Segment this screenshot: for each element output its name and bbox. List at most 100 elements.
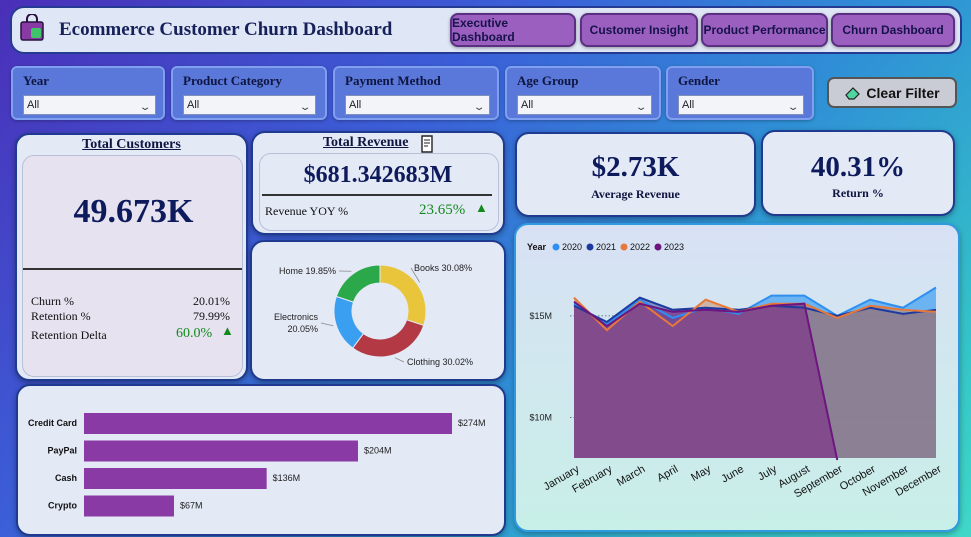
y-tick-label: $15M <box>529 311 552 321</box>
average-revenue-label: Average Revenue <box>591 187 680 201</box>
legend-label-2022: 2022 <box>630 242 650 252</box>
donut-slice-electronics <box>333 295 365 349</box>
chevron-down-icon: ⌄ <box>472 102 486 113</box>
average-revenue-value: $2.73K <box>591 151 680 183</box>
bar-cash <box>84 468 267 489</box>
select-value: All <box>27 99 40 111</box>
donut-slice-clothing <box>352 319 425 358</box>
leader-line <box>394 357 405 363</box>
churn-label: Churn % <box>31 294 74 308</box>
nav-product-performance[interactable]: Product Performance <box>701 13 828 47</box>
filter-gender: Gender All ⌄ <box>666 66 814 120</box>
y-tick-label: $10M <box>529 412 552 422</box>
year-select[interactable]: All ⌄ <box>23 95 156 115</box>
chevron-down-icon: ⌄ <box>786 102 800 113</box>
slice-label: Home 19.85% <box>279 266 336 276</box>
x-tick-label: April <box>655 463 680 484</box>
payment-method-card: Credit Card $274M PayPal $204M Cash $136M Cryp… <box>16 384 506 536</box>
eraser-icon <box>845 86 861 100</box>
retention-delta-label: Retention Delta <box>31 328 107 342</box>
legend-label-2023: 2023 <box>664 242 684 252</box>
retention-delta-value: 60.0% <box>176 326 213 341</box>
age-group-select[interactable]: All ⌄ <box>517 95 652 115</box>
x-tick-label: June <box>719 463 746 485</box>
legend-title: Year <box>527 242 547 252</box>
receipt-icon <box>421 135 433 153</box>
retention-value: 79.99% <box>193 309 230 323</box>
legend-marker-2022 <box>620 243 628 251</box>
revenue-yoy-value: 23.65% <box>419 202 466 218</box>
bar-category-label: Cash <box>55 473 77 483</box>
x-tick-label: March <box>615 463 647 489</box>
select-value: All <box>521 99 534 111</box>
up-arrow-icon: ▲ <box>221 323 234 338</box>
gender-select[interactable]: All ⌄ <box>678 95 804 115</box>
average-revenue-card: $2.73K Average Revenue <box>515 132 756 217</box>
bar-category-label: PayPal <box>47 446 77 456</box>
payment-method-bar-chart: Credit Card $274M PayPal $204M Cash $136M Cryp… <box>28 413 486 517</box>
legend-label-2020: 2020 <box>562 242 582 252</box>
bar-credit-card <box>84 413 452 434</box>
filter-label: Age Group <box>517 73 579 88</box>
bar-category-label: Crypto <box>48 501 78 511</box>
return-pct-card: 40.31% Return % <box>761 130 955 216</box>
chevron-down-icon: ⌄ <box>138 102 152 113</box>
return-pct-value: 40.31% <box>810 151 906 183</box>
bar-value-label: $274M <box>458 418 486 428</box>
total-customers-value: 49.673K <box>73 193 194 230</box>
filter-product-category: Product Category All ⌄ <box>171 66 327 120</box>
monthly-revenue-card: Year 2020 2021 2022 2023 $15M $10M January Febru… <box>514 223 960 532</box>
shopping-bag-icon <box>20 14 44 41</box>
nav-executive-dashboard[interactable]: Executive Dashboard <box>450 13 576 47</box>
filter-label: Gender <box>678 73 720 88</box>
product-category-select[interactable]: All ⌄ <box>183 95 316 115</box>
nav-customer-insight[interactable]: Customer Insight <box>580 13 698 47</box>
legend-marker-2020 <box>552 243 560 251</box>
nav-churn-dashboard[interactable]: Churn Dashboard <box>831 13 955 47</box>
chevron-down-icon: ⌄ <box>298 102 312 113</box>
bar-category-label: Credit Card <box>28 418 77 428</box>
slice-label: Electronics <box>274 312 319 322</box>
filter-label: Payment Method <box>345 73 441 88</box>
total-revenue-card: Total Revenue $681.342683M Revenue YOY %… <box>251 131 505 235</box>
filter-payment-method: Payment Method All ⌄ <box>333 66 499 120</box>
retention-label: Retention % <box>31 309 91 323</box>
chevron-down-icon: ⌄ <box>634 102 648 113</box>
select-value: All <box>682 99 695 111</box>
total-revenue-value: $681.342683M <box>303 162 453 188</box>
filter-age-group: Age Group All ⌄ <box>505 66 661 120</box>
legend-marker-2021 <box>586 243 594 251</box>
legend-label-2021: 2021 <box>596 242 616 252</box>
slice-label: Clothing 30.02% <box>407 357 473 367</box>
revenue-yoy-label: Revenue YOY % <box>265 204 349 218</box>
bar-paypal <box>84 440 358 462</box>
donut-slice-books <box>379 264 427 327</box>
bar-value-label: $67M <box>180 501 203 511</box>
bar-crypto <box>84 495 174 517</box>
up-arrow-icon: ▲ <box>475 200 488 215</box>
bar-value-label: $136M <box>273 473 301 483</box>
filter-label: Year <box>23 73 49 88</box>
page-title: Ecommerce Customer Churn Dashboard <box>59 19 393 40</box>
inner-frame <box>22 155 243 377</box>
churn-value: 20.01% <box>193 294 230 308</box>
x-tick-label: May <box>689 463 713 484</box>
donut-slice-home <box>335 264 381 303</box>
card-title: Total Customers <box>82 137 181 152</box>
payment-method-select[interactable]: All ⌄ <box>345 95 490 115</box>
divider <box>23 268 242 270</box>
total-customers-card: Total Customers 49.673K Churn % 20.01% R… <box>15 133 248 381</box>
leader-line <box>320 322 334 327</box>
divider <box>262 194 492 196</box>
filter-label: Product Category <box>183 73 283 88</box>
legend-marker-2023 <box>654 243 662 251</box>
monthly-revenue-area-chart: Year 2020 2021 2022 2023$15M$10MJanuaryFebru… <box>527 242 944 501</box>
select-value: All <box>349 99 362 111</box>
clear-filter-button[interactable]: Clear Filter <box>827 77 957 108</box>
bar-value-label: $204M <box>364 446 392 456</box>
select-value: All <box>187 99 200 111</box>
slice-label: 20.05% <box>287 324 318 334</box>
category-donut-chart: Books 30.08% Clothing 30.02% Electronics 20… <box>274 263 473 367</box>
filter-year: Year All ⌄ <box>11 66 165 120</box>
slice-label: Books 30.08% <box>414 263 472 273</box>
